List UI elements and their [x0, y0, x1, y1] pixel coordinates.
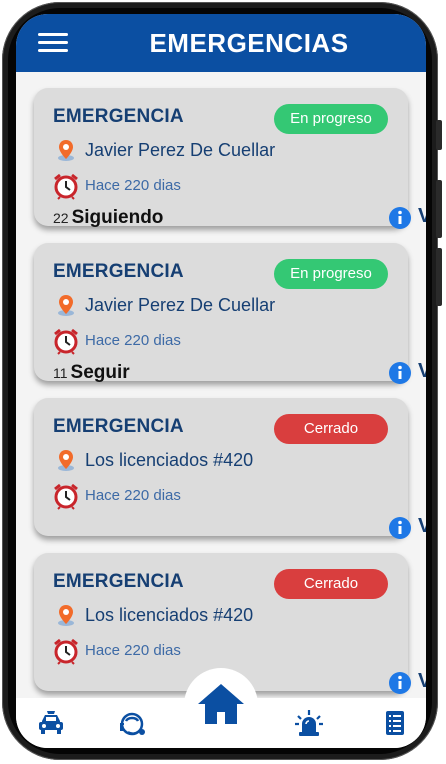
alarm-clock-icon	[54, 328, 78, 355]
home-icon	[198, 684, 244, 724]
alarm-clock-icon	[54, 173, 78, 200]
follow-row[interactable]: 11 Seguir	[53, 362, 130, 384]
tab-alerts[interactable]	[294, 708, 324, 738]
status-badge: Cerrado	[274, 569, 388, 599]
details-label: Ver detalles	[418, 205, 426, 227]
status-badge: En progreso	[274, 259, 388, 289]
phone-side-button	[436, 120, 442, 150]
details-label: Ver detalles	[418, 515, 426, 537]
card-title: EMERGENCIA	[53, 261, 184, 282]
card-title: EMERGENCIA	[53, 571, 184, 592]
follow-button[interactable]: Seguir	[71, 362, 130, 383]
tab-agent[interactable]	[118, 708, 148, 738]
status-badge: En progreso	[274, 104, 388, 134]
details-label: Ver detalles	[418, 360, 426, 382]
card-title: EMERGENCIA	[53, 416, 184, 437]
siren-icon	[295, 710, 323, 736]
phone-volume-down-button	[436, 248, 442, 306]
follow-row[interactable]: 22 Siguiendo	[53, 207, 163, 229]
emergency-list[interactable]: EMERGENCIA En progreso Javier Perez De C…	[16, 72, 426, 712]
emergency-card[interactable]: EMERGENCIA En progreso Javier Perez De C…	[34, 243, 426, 384]
tab-home[interactable]	[184, 668, 258, 742]
follow-count: 22	[53, 210, 69, 226]
time-text: Hace 220 dias	[85, 487, 181, 504]
emergency-card[interactable]: EMERGENCIA En progreso Javier Perez De C…	[34, 88, 426, 229]
emergency-card[interactable]: EMERGENCIA Cerrado Los licenciados #420 …	[34, 398, 426, 539]
alarm-clock-icon	[54, 483, 78, 510]
details-label: Ver detalles	[418, 670, 426, 692]
police-car-icon	[39, 711, 63, 734]
card-title: EMERGENCIA	[53, 106, 184, 127]
location-pin-icon	[58, 605, 74, 626]
location-text: Javier Perez De Cuellar	[85, 140, 276, 160]
info-icon	[389, 517, 411, 539]
alarm-clock-icon	[54, 638, 78, 665]
time-text: Hace 220 dias	[85, 642, 181, 659]
info-icon	[389, 672, 411, 694]
tab-reports[interactable]	[380, 708, 410, 738]
follow-button[interactable]: Siguiendo	[72, 207, 164, 228]
location-text: Javier Perez De Cuellar	[85, 295, 276, 315]
time-text: Hace 220 dias	[85, 332, 181, 349]
app-screen: EMERGENCIAS EMERGENCIA En progreso Javie…	[16, 14, 426, 748]
report-list-icon	[386, 711, 404, 735]
app-header: EMERGENCIAS	[16, 14, 426, 72]
location-pin-icon	[58, 450, 74, 471]
agent-icon	[120, 712, 145, 736]
location-text: Los licenciados #420	[85, 605, 254, 625]
phone-volume-up-button	[436, 180, 442, 238]
page-title: EMERGENCIAS	[149, 28, 349, 58]
info-icon	[389, 207, 411, 229]
location-pin-icon	[58, 295, 74, 316]
info-icon	[389, 362, 411, 384]
location-text: Los licenciados #420	[85, 450, 254, 470]
time-text: Hace 220 dias	[85, 177, 181, 194]
follow-count: 11	[53, 365, 68, 381]
tab-police[interactable]	[36, 708, 66, 738]
status-badge: Cerrado	[274, 414, 388, 444]
location-pin-icon	[58, 140, 74, 161]
